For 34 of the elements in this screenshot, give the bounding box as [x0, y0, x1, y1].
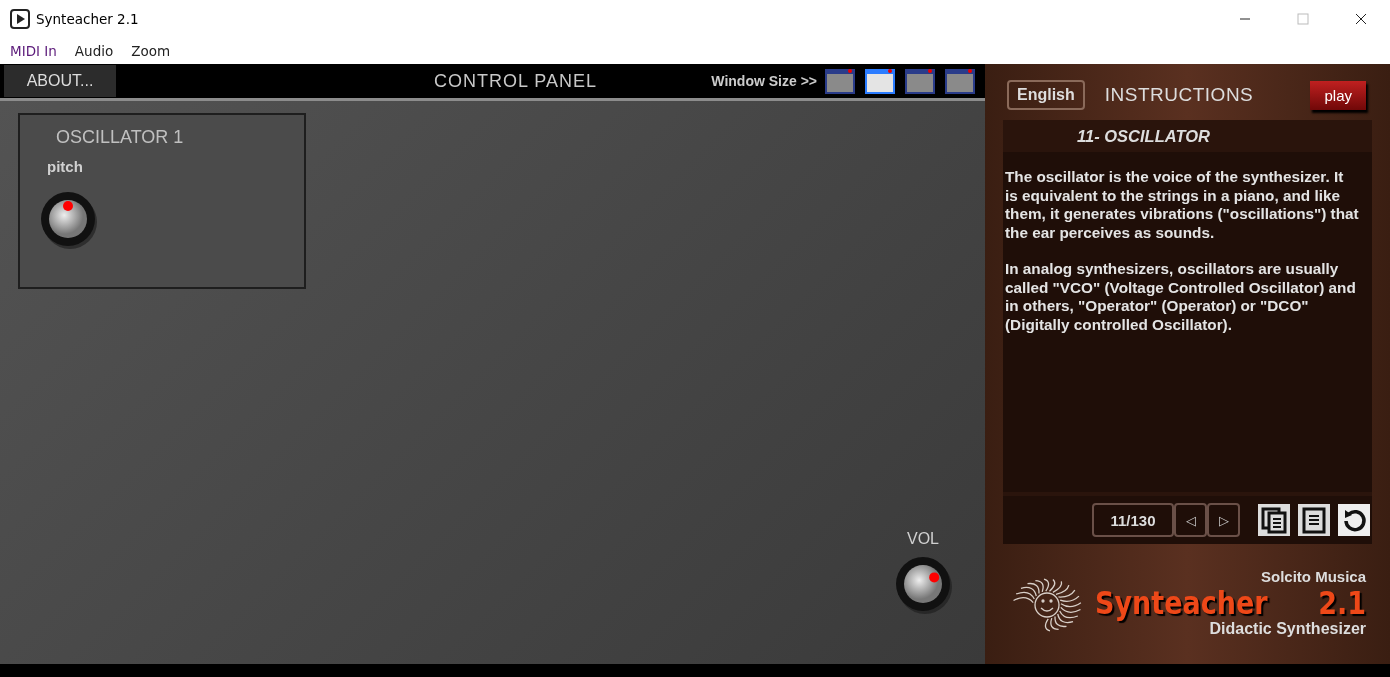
lesson-title: 11- OSCILLATOR	[1077, 126, 1210, 146]
knob-label: pitch	[47, 158, 84, 175]
page-counter: 11/130	[1092, 503, 1174, 537]
menu-item[interactable]: MIDI In	[10, 43, 57, 59]
volume-label: VOL	[907, 530, 939, 548]
version-number: 2.1	[1318, 584, 1366, 621]
brand-name: Synteacher	[1095, 584, 1268, 621]
window-size-button[interactable]	[865, 68, 895, 94]
module-title: OSCILLATOR 1	[56, 127, 185, 148]
instruction-paragraph: The oscillator is the voice of the synthesizer. It is equivalent to the strings in a piano, and like them, it generates vibrations ("oscillations") that the ear perceives as sounds.	[1005, 168, 1360, 242]
undo-icon[interactable]	[1338, 504, 1370, 536]
window-size-button[interactable]	[945, 68, 975, 94]
volume-knob[interactable]	[893, 554, 953, 614]
instruction-paragraph: In analog synthesizers, oscillators are usually called "VCO" (Voltage Controlled Oscillator) and in others, "Operator" (Operator) or "DCO" (Digitally controlled Oscillator).	[1005, 260, 1357, 334]
instructions-title: INSTRUCTIONS	[1104, 84, 1254, 106]
window-size-label: Window Size >>	[711, 73, 817, 89]
copy-icon[interactable]	[1258, 504, 1290, 536]
panel-title: CONTROL PANEL	[434, 70, 598, 92]
play-icon	[10, 9, 30, 29]
menu-item[interactable]: Audio	[74, 43, 114, 59]
menu-item[interactable]: Zoom	[131, 43, 171, 59]
window-size-button[interactable]	[825, 68, 855, 94]
window-size-button[interactable]	[905, 68, 935, 94]
language-button[interactable]: English	[1007, 80, 1085, 110]
clipboard-icon[interactable]	[1298, 504, 1330, 536]
company-name: Solcito Musica	[1260, 568, 1366, 585]
about-button[interactable]: ABOUT...	[4, 65, 116, 97]
play-button[interactable]: play	[1310, 80, 1366, 110]
window-title: Synteacher 2.1	[36, 11, 139, 27]
next-button[interactable]: ▷	[1207, 503, 1240, 537]
previous-button[interactable]: ◁	[1174, 503, 1207, 537]
knob[interactable]	[38, 189, 98, 249]
brand-tagline: Didactic Synthesizer	[1209, 620, 1366, 638]
close-icon[interactable]	[1355, 13, 1367, 25]
